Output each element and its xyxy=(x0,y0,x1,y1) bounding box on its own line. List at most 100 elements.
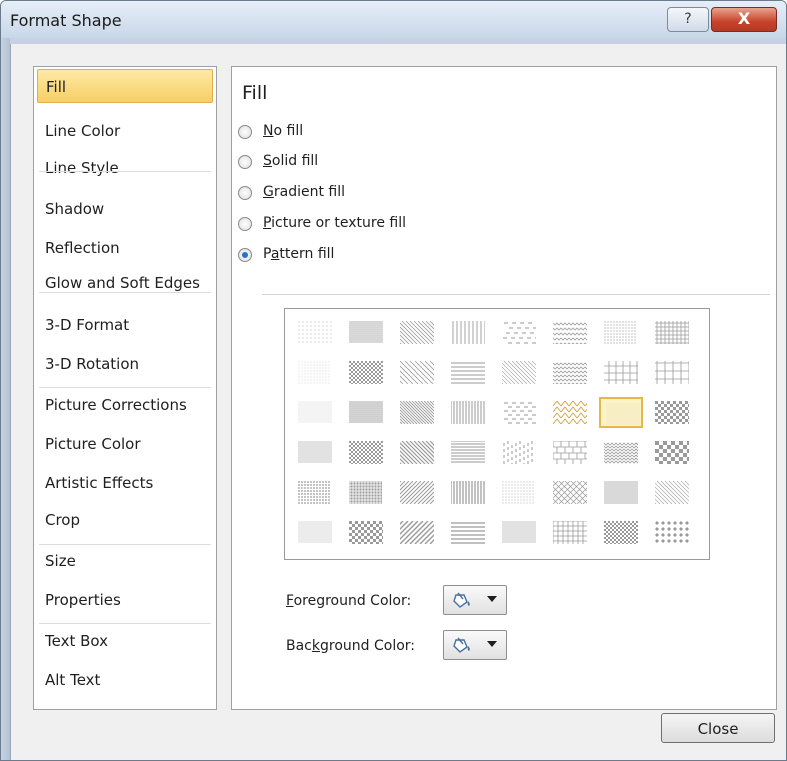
radio-button[interactable] xyxy=(238,248,252,262)
pattern-swatch[interactable] xyxy=(395,397,439,428)
pattern-swatch[interactable] xyxy=(548,477,592,508)
pattern-swatch[interactable] xyxy=(497,357,541,388)
nav-item-reflection[interactable]: Reflection xyxy=(37,231,213,265)
pattern-swatch[interactable] xyxy=(548,317,592,348)
radio-button[interactable] xyxy=(238,155,252,169)
pattern-icon xyxy=(298,401,332,423)
pattern-icon xyxy=(451,481,485,504)
nav-item-3-d-rotation[interactable]: 3-D Rotation xyxy=(37,347,213,381)
format-shape-dialog: Format Shape ? X Fill Line Color Line Styl… xyxy=(0,0,787,761)
pattern-swatch[interactable] xyxy=(395,477,439,508)
pattern-swatch[interactable] xyxy=(650,477,694,508)
pattern-swatch[interactable] xyxy=(548,437,592,468)
pattern-swatch[interactable] xyxy=(599,477,643,508)
pattern-icon xyxy=(655,441,689,464)
pattern-icon xyxy=(298,361,330,384)
radio-label: Picture or texture fill xyxy=(263,215,406,231)
radio-button[interactable] xyxy=(238,186,252,200)
nav-item-line-style[interactable]: Line Style xyxy=(37,151,213,185)
pattern-icon xyxy=(553,441,587,464)
nav-item-line-color[interactable]: Line Color xyxy=(37,114,213,148)
pattern-swatch[interactable] xyxy=(293,357,337,388)
radio-button[interactable] xyxy=(238,125,252,139)
pattern-swatch[interactable] xyxy=(497,477,541,508)
pattern-swatch[interactable] xyxy=(446,437,490,468)
nav-item-properties[interactable]: Properties xyxy=(37,583,213,617)
pattern-swatch[interactable] xyxy=(650,397,694,428)
pattern-swatch[interactable] xyxy=(293,317,337,348)
pattern-swatch[interactable] xyxy=(599,317,643,348)
pattern-swatch[interactable] xyxy=(650,357,694,388)
pattern-swatch[interactable] xyxy=(446,357,490,388)
pattern-swatch[interactable] xyxy=(497,397,541,428)
pattern-swatch[interactable] xyxy=(650,317,694,348)
pattern-swatch[interactable] xyxy=(395,437,439,468)
pattern-swatch[interactable] xyxy=(293,437,337,468)
pattern-icon xyxy=(604,481,638,504)
pattern-swatch[interactable] xyxy=(395,357,439,388)
title-bar: Format Shape ? X xyxy=(1,1,786,38)
pattern-swatch[interactable] xyxy=(344,437,388,468)
pattern-swatch[interactable] xyxy=(497,317,541,348)
nav-item-crop[interactable]: Crop xyxy=(37,503,213,537)
pattern-swatch[interactable] xyxy=(599,397,643,428)
pattern-swatch[interactable] xyxy=(395,317,439,348)
pattern-icon xyxy=(349,361,383,384)
pattern-swatch[interactable] xyxy=(344,317,388,348)
pattern-swatch[interactable] xyxy=(293,517,337,548)
pattern-icon xyxy=(298,321,332,343)
pattern-swatch[interactable] xyxy=(599,357,643,388)
pattern-icon xyxy=(604,442,638,464)
pattern-swatch[interactable] xyxy=(497,437,541,468)
pattern-swatch[interactable] xyxy=(497,517,541,548)
pattern-swatch[interactable] xyxy=(446,477,490,508)
pattern-swatch[interactable] xyxy=(344,477,388,508)
pattern-icon xyxy=(553,521,587,544)
pane-heading: Fill xyxy=(242,82,268,104)
nav-item-size[interactable]: Size xyxy=(37,544,213,578)
pattern-swatch[interactable] xyxy=(344,357,388,388)
pattern-swatch[interactable] xyxy=(548,517,592,548)
close-button[interactable]: Close xyxy=(661,713,775,743)
pattern-swatch[interactable] xyxy=(548,397,592,428)
pattern-icon xyxy=(604,521,638,544)
pattern-icon xyxy=(502,481,534,504)
pattern-swatch[interactable] xyxy=(395,517,439,548)
radio-button[interactable] xyxy=(238,217,252,231)
paint-bucket-icon xyxy=(453,637,470,653)
pattern-swatch[interactable] xyxy=(599,517,643,548)
foreground-color-button[interactable] xyxy=(443,585,507,615)
pattern-swatch[interactable] xyxy=(548,357,592,388)
pattern-icon xyxy=(504,402,536,424)
background-color-button[interactable] xyxy=(443,630,507,660)
pattern-swatch[interactable] xyxy=(599,437,643,468)
pattern-icon xyxy=(349,401,383,423)
pattern-icon xyxy=(298,481,330,504)
nav-separator xyxy=(39,171,211,172)
pattern-icon xyxy=(452,321,485,344)
nav-item-3-d-format[interactable]: 3-D Format xyxy=(37,308,213,342)
nav-item-picture-color[interactable]: Picture Color xyxy=(37,427,213,461)
pattern-swatch[interactable] xyxy=(650,437,694,468)
nav-item-glow-and-soft-edges[interactable]: Glow and Soft Edges xyxy=(37,266,213,300)
help-button[interactable]: ? xyxy=(667,7,709,32)
pattern-icon xyxy=(655,521,689,543)
pattern-swatch[interactable] xyxy=(344,397,388,428)
pattern-swatch[interactable] xyxy=(650,517,694,548)
nav-item-shadow[interactable]: Shadow xyxy=(37,192,213,226)
pattern-swatch[interactable] xyxy=(446,397,490,428)
pattern-icon xyxy=(400,481,434,504)
nav-item-text-box[interactable]: Text Box xyxy=(37,624,213,658)
nav-item-artistic-effects[interactable]: Artistic Effects xyxy=(37,466,213,500)
nav-item-picture-corrections[interactable]: Picture Corrections xyxy=(37,388,213,422)
window-close-button[interactable]: X xyxy=(711,7,777,32)
pattern-swatch[interactable] xyxy=(446,317,490,348)
pattern-swatch[interactable] xyxy=(293,477,337,508)
pattern-swatch[interactable] xyxy=(446,517,490,548)
nav-item-fill[interactable]: Fill xyxy=(37,69,213,103)
pattern-icon xyxy=(655,401,689,424)
pattern-swatch[interactable] xyxy=(293,397,337,428)
nav-item-alt-text[interactable]: Alt Text xyxy=(37,663,213,697)
pattern-swatch[interactable] xyxy=(344,517,388,548)
pattern-icon xyxy=(349,441,383,464)
